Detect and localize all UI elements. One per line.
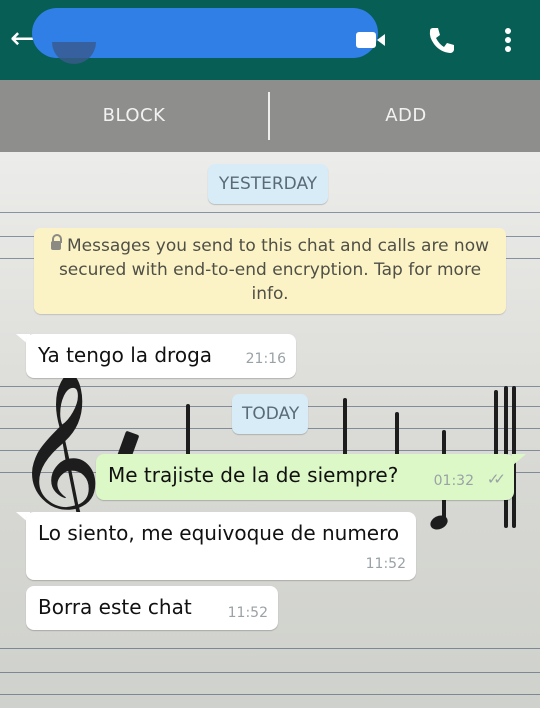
date-chip-yesterday: YESTERDAY <box>208 164 328 204</box>
music-note-stem <box>494 390 498 460</box>
message-text: Ya tengo la droga <box>38 343 213 367</box>
lock-icon <box>50 234 62 250</box>
message-bubble-incoming[interactable]: Borra este chat 11:52 <box>26 586 278 630</box>
add-button[interactable]: ADD <box>272 80 540 152</box>
avatar[interactable] <box>52 42 96 64</box>
wallpaper-line <box>0 672 540 673</box>
wallpaper-line <box>0 648 540 649</box>
read-receipt-icon: ✓✓ <box>486 470 506 488</box>
video-call-icon[interactable] <box>352 22 388 58</box>
block-button[interactable]: BLOCK <box>0 80 268 152</box>
chat-header: ← <box>0 0 540 80</box>
date-chip-today: TODAY <box>232 394 308 434</box>
back-arrow-icon[interactable]: ← <box>10 24 35 54</box>
message-time: 11:52 <box>365 556 406 572</box>
message-text: Borra este chat <box>38 595 192 619</box>
message-time: 11:52 <box>227 605 268 621</box>
encryption-notice[interactable]: Messages you send to this chat and calls… <box>34 228 506 314</box>
message-time: 21:16 <box>245 351 286 367</box>
divider <box>268 92 270 140</box>
encryption-notice-text: Messages you send to this chat and calls… <box>58 236 490 304</box>
wallpaper-line <box>0 212 540 213</box>
treble-clef-icon: 𝄞 <box>14 370 103 544</box>
message-text: Lo siento, me equivoque de numero <box>38 521 400 545</box>
message-time: 01:32 <box>433 473 474 489</box>
wallpaper-line <box>0 694 540 695</box>
music-note-stem <box>343 398 347 458</box>
block-add-bar: BLOCK ADD <box>0 80 540 152</box>
phone-call-icon[interactable] <box>424 22 460 58</box>
message-bubble-outgoing[interactable]: Me trajiste de la de siempre? 01:32 ✓✓ <box>96 454 514 500</box>
more-options-icon[interactable] <box>490 22 526 58</box>
message-bubble-incoming[interactable]: Ya tengo la droga 21:16 <box>26 334 296 378</box>
message-text: Me trajiste de la de siempre? <box>108 463 399 487</box>
bubble-tail <box>512 454 526 466</box>
message-bubble-incoming[interactable]: Lo siento, me equivoque de numero 11:52 <box>26 512 416 580</box>
